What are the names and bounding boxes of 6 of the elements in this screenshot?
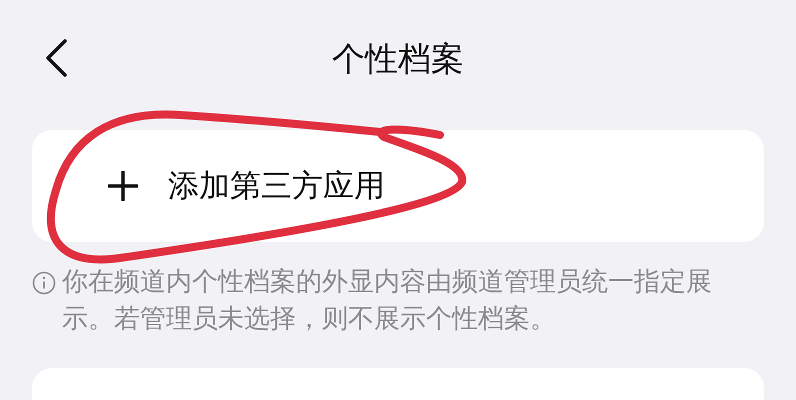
plus-icon [108,171,138,201]
page-title: 个性档案 [332,38,464,80]
info-icon [32,271,56,295]
back-icon [44,38,68,78]
add-app-button[interactable]: 添加第三方应用 [108,165,385,207]
info-note: 你在频道内个性档案的外显内容由频道管理员统一指定展示。若管理员未选择，则不展示个性档案。 [62,266,713,336]
